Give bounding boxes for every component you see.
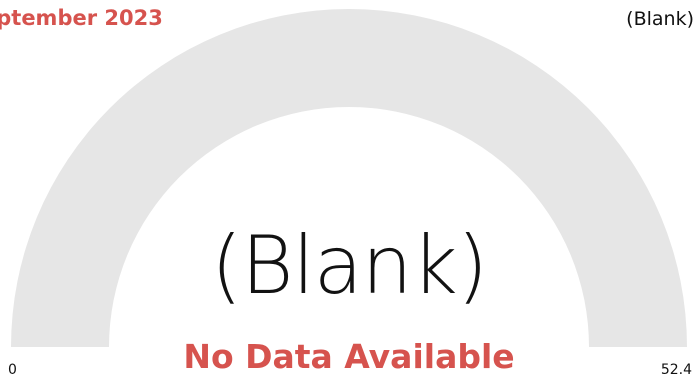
no-data-message: No Data Available — [183, 337, 515, 376]
gauge-svg — [11, 9, 687, 347]
gauge-card: eptember 2023 (Blank) (Blank) No Data Av… — [0, 0, 698, 387]
gauge-min-label: 0 — [8, 362, 17, 378]
gauge-max-label: 52.4 — [660, 362, 692, 378]
gauge-value: (Blank) — [210, 219, 488, 312]
